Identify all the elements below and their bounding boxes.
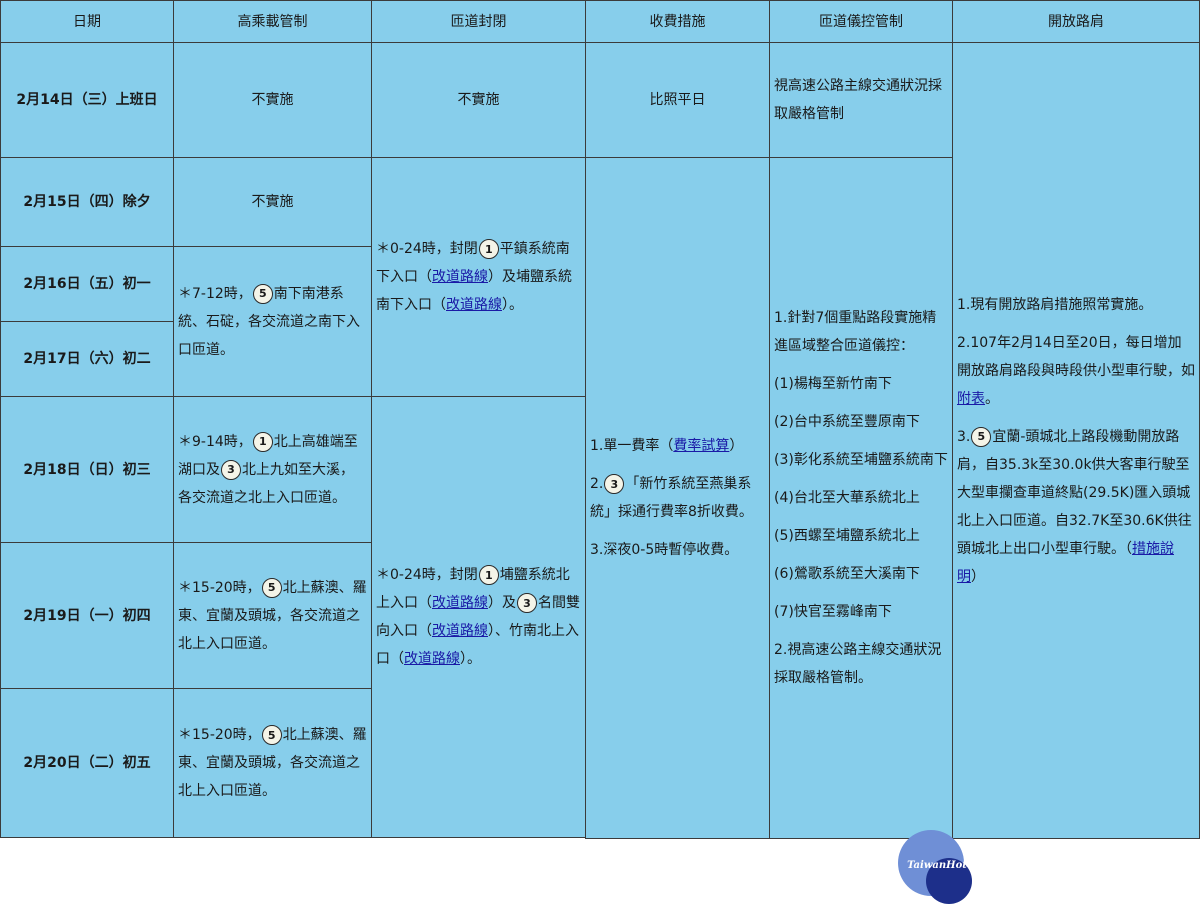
hov-cell-r5: ＊9-14時， 1 北上高雄端至湖口及 3 北上九如至大溪，各交流道之北上入口匝道。: [173, 396, 372, 543]
hov-cell-r1: 不實施: [173, 42, 372, 158]
meter-item: 2.視高速公路主線交通狀況採取嚴格管制。: [774, 642, 942, 686]
shoulder-cell: 1.現有開放路肩措施照常實施。 2.107年2月14日至20日，每日增加開放路肩…: [952, 42, 1200, 839]
detour-link[interactable]: 改道路線: [404, 651, 460, 667]
date-label: 2月15日（四）除夕: [23, 194, 151, 210]
ramp-cell-r1: 不實施: [371, 42, 586, 158]
shoulder-item: 1.現有開放路肩措施照常實施。: [957, 296, 1153, 313]
header-label: 高乘載管制: [237, 13, 308, 30]
header-label: 開放路肩: [1048, 13, 1104, 30]
hov-text: ＊9-14時， 1 北上高雄端至湖口及 3 北上九如至大溪，各交流道之北上入口匝道。: [178, 431, 358, 506]
taiwanhot-logo: TaiwanHot: [898, 830, 976, 908]
toll-calc-link[interactable]: 費率試算: [673, 438, 729, 454]
toll-cell-r1: 比照平日: [585, 42, 770, 158]
hov-text: 不實施: [251, 194, 294, 210]
date-label: 2月17日（六）初二: [23, 351, 151, 367]
hov-text: 不實施: [251, 92, 294, 108]
hov-cell-r6: ＊15-20時， 5 北上蘇澳、羅東、宜蘭及頭城，各交流道之北上入口匝道。: [173, 542, 372, 689]
detour-link[interactable]: 改道路線: [446, 297, 502, 313]
meter-item: 1.針對7個重點路段實施精進區域整合匝道儀控：: [774, 310, 937, 354]
toll-item: 2. 3 「新竹系統至燕巢系統」採通行費率8折收費。: [590, 474, 753, 520]
header-shoulder: 開放路肩: [952, 0, 1200, 43]
detour-link[interactable]: 改道路線: [432, 623, 488, 639]
meter-item: (1)楊梅至新竹南下: [774, 376, 892, 392]
meter-text: 視高速公路主線交通狀況採取嚴格管制: [774, 78, 942, 122]
header-toll: 收費措施: [585, 0, 770, 43]
date-cell-0218: 2月18日（日）初三: [0, 396, 174, 543]
date-label: 2月14日（三）上班日: [16, 92, 158, 108]
header-ramp-closure: 匝道封閉: [371, 0, 586, 43]
hov-text: ＊15-20時， 5 北上蘇澳、羅東、宜蘭及頭城，各交流道之北上入口匝道。: [178, 577, 367, 652]
header-label: 匝道封閉: [450, 13, 507, 30]
meter-item: (3)彰化系統至埔鹽系統南下: [774, 452, 948, 468]
toll-text: 比照平日: [649, 92, 706, 108]
header-ramp-metering: 匝道儀控管制: [769, 0, 953, 43]
header-date: 日期: [0, 0, 174, 43]
header-label: 日期: [73, 13, 101, 30]
route-5-icon: 5: [971, 426, 992, 447]
hov-text: ＊7-12時， 5 南下南港系統、石碇，各交流道之南下入口匝道。: [178, 283, 360, 358]
ramp-text: 不實施: [457, 92, 500, 108]
route-3-icon: 3: [221, 459, 241, 480]
route-5-icon: 5: [261, 577, 282, 598]
detour-link[interactable]: 改道路線: [432, 595, 488, 611]
route-1-icon: 1: [478, 565, 499, 585]
toll-item: 3.深夜0-5時暫停收費。: [590, 542, 739, 558]
appendix-link[interactable]: 附表: [957, 391, 985, 407]
toll-cell-r27: 1.單一費率（費率試算） 2. 3 「新竹系統至燕巢系統」採通行費率8折收費。 3.…: [585, 157, 770, 839]
hov-cell-r7: ＊15-20時， 5 北上蘇澳、羅東、宜蘭及頭城，各交流道之北上入口匝道。: [173, 688, 372, 838]
date-label: 2月18日（日）初三: [23, 461, 151, 478]
shoulder-item: 2.107年2月14日至20日，每日增加開放路肩路段與時段供小型車行駛，如附表。: [957, 334, 1195, 407]
meter-item: (4)台北至大華系統北上: [774, 490, 920, 506]
route-5-icon: 5: [252, 283, 273, 304]
header-label: 收費措施: [649, 13, 706, 30]
route-1-icon: 1: [478, 239, 499, 259]
meter-item: (7)快官至霧峰南下: [774, 604, 892, 620]
date-cell-0220: 2月20日（二）初五: [0, 688, 174, 838]
route-5-icon: 5: [261, 725, 282, 745]
date-cell-0215: 2月15日（四）除夕: [0, 157, 174, 247]
date-cell-0219: 2月19日（一）初四: [0, 542, 174, 689]
logo-text: TaiwanHot: [907, 860, 967, 871]
meter-cell-r27: 1.針對7個重點路段實施精進區域整合匝道儀控： (1)楊梅至新竹南下 (2)台中…: [769, 157, 953, 839]
date-label: 2月19日（一）初四: [23, 607, 151, 624]
ramp-text: ＊0-24時，封閉 1 埔鹽系統北上入口（改道路線）及 3 名間雙向入口（改道路線）、竹…: [376, 565, 580, 667]
date-cell-0217: 2月17日（六）初二: [0, 321, 174, 397]
date-label: 2月20日（二）初五: [23, 755, 151, 771]
date-cell-0216: 2月16日（五）初一: [0, 246, 174, 322]
hov-cell-r34: ＊7-12時， 5 南下南港系統、石碇，各交流道之南下入口匝道。: [173, 246, 372, 397]
route-1-icon: 1: [252, 431, 273, 452]
toll-item: 1.單一費率（費率試算）: [590, 438, 744, 454]
header-label: 匝道儀控管制: [819, 13, 903, 30]
shoulder-item: 3. 5 宜蘭-頭城北上路段機動開放路肩，自35.3k至30.0k供大客車行駛至大型…: [957, 426, 1192, 585]
ramp-cell-r24: ＊0-24時，封閉 1 平鎮系統南下入口（改道路線）及埔鹽系統南下入口（改道路線）。: [371, 157, 586, 397]
hov-text: ＊15-20時， 5 北上蘇澳、羅東、宜蘭及頭城，各交流道之北上入口匝道。: [178, 725, 367, 799]
ramp-text: ＊0-24時，封閉 1 平鎮系統南下入口（改道路線）及埔鹽系統南下入口（改道路線）。: [376, 239, 572, 313]
route-3-icon: 3: [517, 593, 537, 613]
meter-item: (2)台中系統至豐原南下: [774, 414, 920, 430]
meter-item: (6)鶯歌系統至大溪南下: [774, 566, 920, 582]
date-cell-0214: 2月14日（三）上班日: [0, 42, 174, 158]
date-label: 2月16日（五）初一: [23, 276, 151, 292]
detour-link[interactable]: 改道路線: [432, 269, 488, 285]
meter-cell-r1: 視高速公路主線交通狀況採取嚴格管制: [769, 42, 953, 158]
route-3-icon: 3: [604, 474, 625, 494]
meter-item: (5)西螺至埔鹽系統北上: [774, 528, 920, 544]
header-hov: 高乘載管制: [173, 0, 372, 43]
hov-cell-r2: 不實施: [173, 157, 372, 247]
ramp-cell-r57: ＊0-24時，封閉 1 埔鹽系統北上入口（改道路線）及 3 名間雙向入口（改道路線）、竹…: [371, 396, 586, 838]
